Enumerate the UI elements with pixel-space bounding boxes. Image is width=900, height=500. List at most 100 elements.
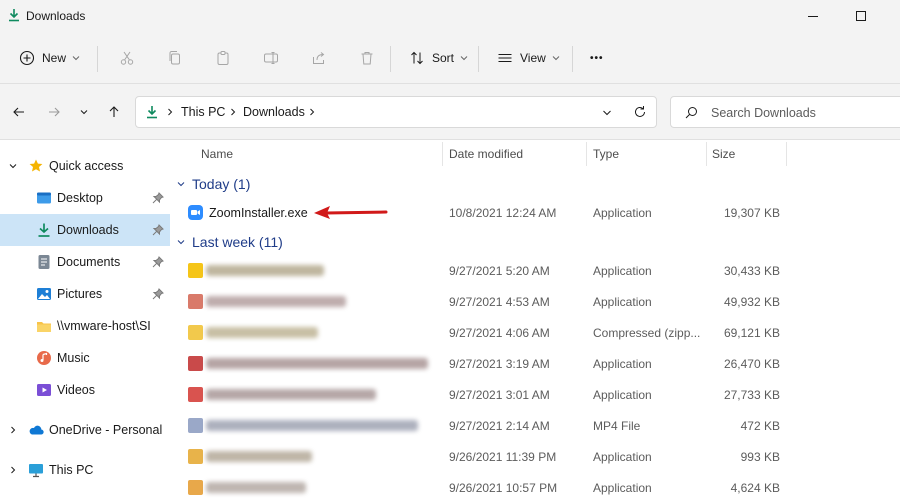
pin-icon[interactable] — [152, 288, 164, 300]
refresh-icon[interactable] — [633, 105, 647, 119]
pin-icon[interactable] — [152, 256, 164, 268]
table-row[interactable]: ZoomInstaller.exe 10/8/2021 12:24 AM App… — [170, 197, 900, 228]
rename-icon — [262, 49, 280, 67]
copy-button[interactable] — [160, 44, 190, 72]
up-button[interactable] — [104, 102, 124, 122]
annotation-arrow — [314, 206, 388, 219]
rename-button[interactable] — [256, 44, 286, 72]
sidebar-item-videos[interactable]: Videos — [0, 374, 170, 406]
sidebar-item-label: This PC — [49, 463, 94, 477]
chevron-down-icon — [177, 240, 185, 245]
chevron-down-icon[interactable] — [602, 108, 612, 118]
toolbar-divider — [572, 46, 573, 72]
file-date: 9/27/2021 3:19 AM — [449, 357, 550, 371]
file-size: 19,307 KB — [723, 206, 780, 220]
file-icon — [188, 294, 203, 309]
table-row[interactable]: 9/27/2021 2:14 AM MP4 File 472 KB — [170, 410, 900, 441]
sort-button[interactable]: Sort — [402, 44, 474, 72]
column-divider[interactable] — [442, 142, 443, 166]
star-icon — [29, 159, 43, 172]
column-divider[interactable] — [706, 142, 707, 166]
chevron-right-icon — [168, 108, 173, 116]
table-row[interactable]: 9/27/2021 3:19 AM Application 26,470 KB — [170, 348, 900, 379]
group-header-today[interactable]: Today (1) — [176, 173, 250, 195]
file-size: 69,121 KB — [723, 326, 780, 340]
file-date: 9/27/2021 2:14 AM — [449, 419, 550, 433]
more-options-button[interactable]: ••• — [584, 44, 610, 72]
video-file-icon — [188, 418, 203, 433]
recent-locations-button[interactable] — [74, 102, 94, 122]
address-bar[interactable]: This PC Downloads — [135, 96, 657, 128]
table-row[interactable]: 9/27/2021 4:06 AM Compressed (zipp... 69… — [170, 317, 900, 348]
sidebar-item-downloads[interactable]: Downloads — [0, 214, 170, 246]
sidebar-item-desktop[interactable]: Desktop — [0, 182, 170, 214]
network-folder-icon — [37, 322, 51, 332]
breadcrumb-this-pc[interactable]: This PC — [181, 105, 225, 119]
cut-button[interactable] — [112, 44, 142, 72]
sidebar-item-label: \\vmware-host\SI — [57, 319, 151, 333]
plus-circle-icon — [18, 49, 36, 67]
table-row[interactable]: 9/26/2021 10:57 PM Application 4,624 KB — [170, 472, 900, 500]
maximize-button[interactable] — [838, 0, 884, 32]
chevron-down-icon[interactable] — [8, 161, 18, 171]
search-input[interactable]: Search Downloads — [670, 96, 900, 128]
search-placeholder: Search Downloads — [711, 106, 816, 120]
chevron-right-icon[interactable] — [8, 465, 18, 475]
view-button[interactable]: View — [490, 44, 566, 72]
chevron-down-icon — [552, 54, 560, 62]
group-header-last-week[interactable]: Last week (11) — [176, 231, 283, 253]
sidebar-item-label: Videos — [57, 383, 95, 397]
group-label: Today (1) — [192, 176, 251, 192]
file-size: 993 KB — [740, 450, 780, 464]
column-divider[interactable] — [586, 142, 587, 166]
cut-icon — [118, 49, 136, 67]
breadcrumb-downloads[interactable]: Downloads — [243, 105, 305, 119]
table-row[interactable]: 9/27/2021 3:01 AM Application 27,733 KB — [170, 379, 900, 410]
file-date: 10/8/2021 12:24 AM — [449, 206, 557, 220]
arrow-left-icon — [13, 107, 24, 117]
pin-icon[interactable] — [152, 224, 164, 236]
navigation-pane: Quick access Desktop Downloads Documents… — [0, 140, 170, 500]
new-button[interactable]: New — [12, 44, 86, 72]
forward-button[interactable] — [44, 102, 64, 122]
redacted-file-name — [206, 358, 428, 369]
share-button[interactable] — [304, 44, 334, 72]
minimize-button[interactable] — [790, 0, 836, 32]
sidebar-item-this-pc[interactable]: This PC — [0, 454, 170, 486]
videos-icon — [37, 384, 51, 396]
sidebar-item-music[interactable]: Music — [0, 342, 170, 374]
sidebar-item-label: Pictures — [57, 287, 103, 301]
sidebar-item-quick-access[interactable]: Quick access — [0, 150, 170, 182]
sidebar-item-onedrive[interactable]: OneDrive - Personal — [0, 414, 170, 446]
pin-icon[interactable] — [152, 192, 164, 204]
chevron-right-icon — [310, 108, 315, 116]
file-type: Compressed (zipp... — [593, 326, 701, 340]
file-type: Application — [593, 264, 652, 278]
table-row[interactable]: 9/26/2021 11:39 PM Application 993 KB — [170, 441, 900, 472]
sidebar-item-pictures[interactable]: Pictures — [0, 278, 170, 310]
download-icon — [38, 223, 50, 237]
column-header-date-modified[interactable]: Date modified — [449, 140, 523, 166]
sidebar-item-label: Music — [57, 351, 90, 365]
redacted-file-name — [206, 451, 312, 462]
minimize-icon — [808, 15, 818, 17]
redacted-file-name — [206, 482, 306, 493]
sidebar-item-network-share[interactable]: \\vmware-host\SI — [0, 310, 170, 342]
column-divider[interactable] — [786, 142, 787, 166]
column-header-name[interactable]: Name — [201, 140, 233, 166]
redacted-file-name — [206, 420, 418, 431]
paste-button[interactable] — [208, 44, 238, 72]
table-row[interactable]: 9/27/2021 4:53 AM Application 49,932 KB — [170, 286, 900, 317]
sort-label: Sort — [432, 51, 455, 65]
column-header-size[interactable]: Size — [712, 140, 735, 166]
back-button[interactable] — [9, 102, 29, 122]
redacted-file-name — [206, 327, 318, 338]
sidebar-item-documents[interactable]: Documents — [0, 246, 170, 278]
chevron-down-icon — [177, 182, 185, 187]
chevron-right-icon[interactable] — [8, 425, 18, 435]
file-type: Application — [593, 295, 652, 309]
column-header-type[interactable]: Type — [593, 140, 619, 166]
maximize-icon — [856, 11, 866, 21]
table-row[interactable]: 9/27/2021 5:20 AM Application 30,433 KB — [170, 255, 900, 286]
delete-button[interactable] — [352, 44, 382, 72]
